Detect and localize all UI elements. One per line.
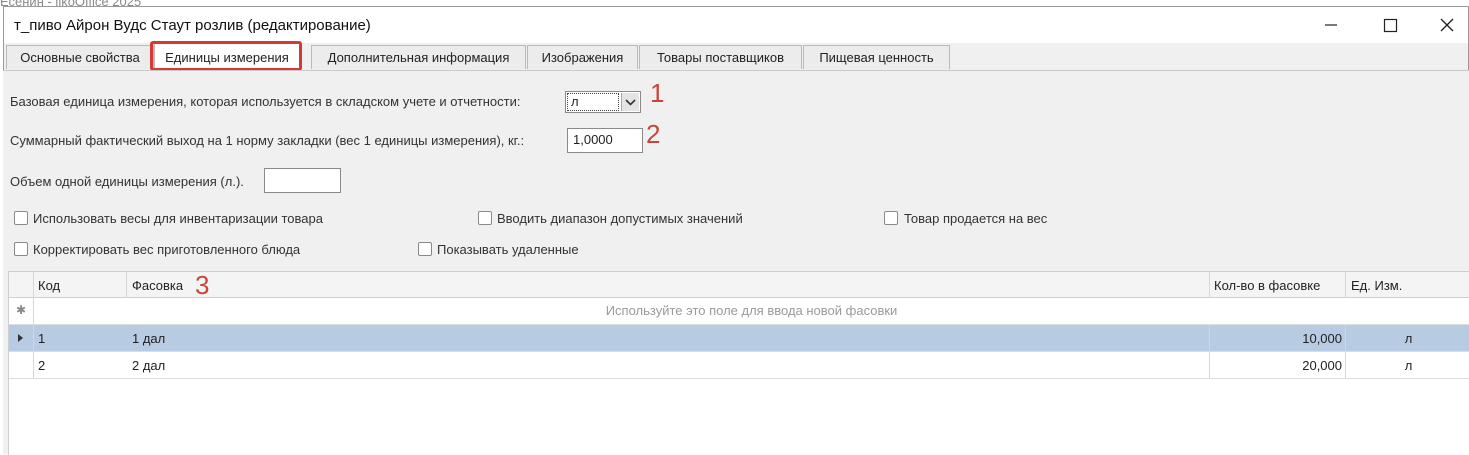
show-deleted-label: Показывать удаленные	[437, 242, 579, 257]
header-packing[interactable]: Фасовка	[132, 278, 183, 293]
enter-range-checkbox[interactable]	[478, 211, 492, 225]
tab-main-properties[interactable]: Основные свойства	[6, 45, 154, 69]
cell-qty[interactable]: 20,000	[1209, 358, 1342, 373]
sold-by-weight-label: Товар продается на вес	[904, 211, 1048, 226]
header-qty[interactable]: Кол-во в фасовке	[1214, 278, 1320, 293]
new-row-hint: Используйте это поле для ввода новой фас…	[605, 303, 898, 318]
chevron-down-icon	[625, 99, 636, 106]
table-row[interactable]: 2 2 дал 20,000 л	[9, 352, 1469, 379]
maximize-icon	[1383, 18, 1398, 33]
header-code[interactable]: Код	[38, 278, 60, 293]
annotation-3: 3	[195, 270, 210, 300]
base-unit-label: Базовая единица измерения, которая испол…	[10, 94, 521, 109]
use-scales-label: Использовать весы для инвентаризации тов…	[33, 211, 323, 226]
correct-weight-label: Корректировать вес приготовленного блюда	[33, 242, 301, 257]
tab-additional-info[interactable]: Дополнительная информация	[311, 45, 526, 69]
enter-range-label: Вводить диапазон допустимых значений	[497, 211, 743, 226]
sold-by-weight-checkbox[interactable]	[884, 211, 898, 225]
column-divider	[1345, 325, 1346, 378]
volume-input[interactable]	[264, 168, 341, 193]
tab-supplier-products[interactable]: Товары поставщиков	[639, 45, 802, 69]
tab-units[interactable]: Единицы измерения	[154, 43, 300, 71]
minimize-icon	[1325, 24, 1337, 26]
annotation-2: 2	[646, 119, 661, 149]
dropdown-button[interactable]	[621, 93, 639, 111]
column-divider	[126, 272, 127, 298]
correct-weight-checkbox[interactable]	[14, 242, 28, 256]
close-icon	[1440, 18, 1454, 32]
column-divider	[33, 272, 34, 378]
asterisk-icon: ✱	[16, 303, 27, 317]
grid-header: Код Фасовка Кол-во в фасовке Ед. Изм.	[9, 272, 1469, 298]
window-title: т_пиво Айрон Вудс Стаут розлив (редактир…	[14, 17, 371, 34]
cell-qty[interactable]: 10,000	[1209, 331, 1342, 346]
column-divider	[1209, 325, 1210, 378]
column-divider	[1209, 272, 1210, 298]
close-button[interactable]	[1434, 13, 1460, 37]
title-bar: т_пиво Айрон Вудс Стаут розлив (редактир…	[4, 7, 1468, 43]
yield-input[interactable]: 1,0000	[567, 128, 643, 153]
cell-code[interactable]: 1	[38, 331, 45, 346]
cell-packing[interactable]: 2 дал	[132, 358, 165, 373]
header-unit[interactable]: Ед. Изм.	[1351, 278, 1402, 293]
maximize-button[interactable]	[1377, 13, 1403, 37]
tab-nutrition[interactable]: Пищевая ценность	[803, 45, 950, 69]
cell-unit[interactable]: л	[1347, 358, 1469, 373]
base-unit-value: л	[567, 93, 619, 111]
base-unit-select[interactable]: л	[565, 91, 641, 113]
show-deleted-checkbox[interactable]	[418, 242, 432, 256]
annotation-1: 1	[650, 78, 665, 108]
volume-label: Объем одной единицы измерения (л.).	[10, 174, 244, 189]
packing-grid: Код Фасовка Кол-во в фасовке Ед. Изм. 3 …	[8, 271, 1469, 455]
tab-images[interactable]: Изображения	[527, 45, 638, 69]
yield-label: Суммарный фактический выход на 1 норму з…	[10, 133, 525, 148]
row-pointer-icon	[17, 332, 25, 347]
new-row[interactable]: ✱ Используйте это поле для ввода новой ф…	[9, 298, 1469, 325]
cell-packing[interactable]: 1 дал	[132, 331, 165, 346]
table-row[interactable]: 1 1 дал 10,000 л	[9, 325, 1469, 352]
column-divider	[1345, 272, 1346, 298]
cell-unit[interactable]: л	[1347, 331, 1469, 346]
cell-code[interactable]: 2	[38, 358, 45, 373]
minimize-button[interactable]	[1318, 13, 1344, 37]
use-scales-checkbox[interactable]	[14, 211, 28, 225]
